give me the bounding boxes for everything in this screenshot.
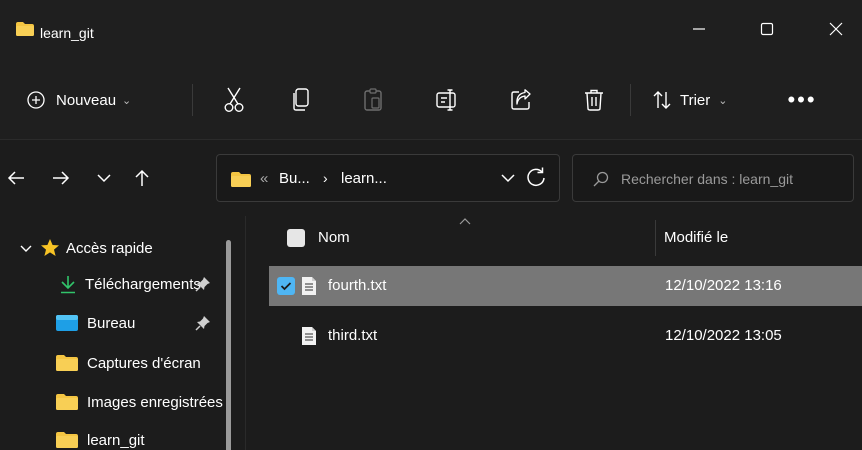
file-name: fourth.txt	[328, 277, 387, 294]
search-placeholder: Rechercher dans : learn_git	[621, 171, 793, 187]
command-bar: Nouveau ⌄ Trier ⌄ •••	[0, 58, 862, 140]
sort-arrows-icon	[653, 91, 671, 109]
desktop-folder-icon	[56, 315, 78, 331]
text-file-icon	[302, 327, 316, 345]
folder-icon	[16, 22, 34, 36]
address-bar[interactable]: « Bu... › learn...	[216, 154, 560, 202]
file-modified-date: 12/10/2022 13:05	[665, 327, 782, 344]
folder-icon	[56, 432, 78, 448]
sort-button[interactable]: Trier ⌄	[652, 82, 728, 118]
folder-icon	[56, 355, 78, 371]
maximize-icon	[760, 22, 774, 36]
sidebar-item-label: Images enregistrées	[87, 393, 223, 411]
breadcrumb-segment[interactable]: learn...	[341, 170, 387, 187]
search-icon	[593, 171, 609, 187]
chevron-down-icon[interactable]	[501, 169, 515, 187]
minimize-icon	[693, 28, 705, 30]
copy-icon	[293, 88, 309, 111]
scissors-icon	[224, 87, 244, 113]
sidebar-item-label: Bureau	[87, 314, 136, 332]
more-options-button[interactable]: •••	[782, 82, 822, 118]
share-button[interactable]	[506, 82, 536, 118]
pin-icon	[195, 316, 210, 331]
select-all-checkbox[interactable]	[287, 229, 305, 247]
folder-icon	[56, 394, 78, 410]
copy-button[interactable]	[286, 82, 316, 118]
file-row[interactable]: third.txt 12/10/2022 13:05	[269, 316, 862, 356]
close-button[interactable]	[813, 12, 859, 46]
recent-locations-button[interactable]	[88, 162, 120, 194]
refresh-icon[interactable]	[525, 166, 547, 188]
breadcrumb-separator[interactable]: ›	[323, 170, 328, 186]
cut-button[interactable]	[219, 82, 249, 118]
forward-button[interactable]	[45, 162, 77, 194]
pin-icon	[195, 277, 210, 292]
arrow-up-icon	[135, 169, 149, 186]
navigation-row: « Bu... › learn... Rechercher dans : lea…	[0, 140, 862, 216]
arrow-right-icon	[53, 171, 70, 185]
download-icon	[61, 276, 75, 294]
new-button[interactable]: Nouveau ⌄	[26, 82, 131, 118]
navigation-pane: Accès rapide Téléchargements Bureau Capt…	[0, 216, 246, 450]
column-divider[interactable]	[655, 220, 656, 256]
rename-icon	[436, 89, 456, 111]
sort-button-label: Trier	[680, 91, 711, 109]
divider	[630, 84, 631, 116]
back-button[interactable]	[0, 162, 32, 194]
search-input[interactable]: Rechercher dans : learn_git	[572, 154, 854, 202]
sidebar-item-saved-pictures[interactable]: Images enregistrées	[0, 384, 226, 420]
sidebar-item-downloads[interactable]: Téléchargements	[0, 266, 226, 302]
sidebar-item-learn-git[interactable]: learn_git	[0, 422, 226, 450]
sidebar-item-desktop[interactable]: Bureau	[0, 305, 226, 341]
sidebar-item-label: Captures d'écran	[87, 354, 201, 372]
sidebar-item-quick-access[interactable]: Accès rapide	[0, 230, 226, 266]
chevron-down-icon	[20, 245, 32, 252]
star-icon	[41, 239, 59, 256]
trash-icon	[585, 89, 603, 111]
column-header-modified[interactable]: Modifié le	[664, 229, 728, 246]
arrow-left-icon	[7, 171, 24, 185]
file-modified-date: 12/10/2022 13:16	[665, 277, 782, 294]
column-header-name[interactable]: Nom	[318, 229, 350, 246]
file-list: Nom Modifié le fourth.txt 12/10/2022 13:…	[247, 216, 862, 450]
text-file-icon	[302, 277, 316, 295]
column-header-row: Nom Modifié le	[247, 216, 862, 260]
chevron-down-icon: ⌄	[122, 94, 132, 107]
plus-circle-icon	[27, 91, 45, 109]
file-row[interactable]: fourth.txt 12/10/2022 13:16	[269, 266, 862, 306]
paste-icon	[364, 88, 382, 111]
chevron-down-icon	[97, 174, 111, 183]
checkmark-icon	[280, 282, 292, 291]
paste-button[interactable]	[358, 82, 388, 118]
window-title: learn_git	[40, 25, 94, 41]
share-icon	[511, 89, 531, 110]
file-name: third.txt	[328, 327, 378, 344]
rename-button[interactable]	[433, 82, 463, 118]
delete-button[interactable]	[579, 82, 609, 118]
title-bar: learn_git	[0, 0, 862, 58]
close-icon	[829, 22, 843, 36]
sidebar-item-screenshots[interactable]: Captures d'écran	[0, 345, 226, 381]
folder-icon	[231, 172, 251, 187]
new-button-label: Nouveau	[56, 91, 117, 109]
divider	[192, 84, 193, 116]
maximize-button[interactable]	[744, 12, 790, 46]
up-button[interactable]	[126, 162, 158, 194]
sidebar-scrollbar[interactable]	[226, 240, 231, 450]
minimize-button[interactable]	[676, 12, 722, 46]
row-checkbox[interactable]	[277, 277, 295, 295]
breadcrumb-segment[interactable]: Bu...	[279, 170, 310, 187]
sidebar-item-label: Accès rapide	[66, 239, 153, 257]
breadcrumb-overflow[interactable]: «	[260, 170, 268, 187]
sidebar-item-label: Téléchargements	[85, 275, 201, 293]
chevron-down-icon: ⌄	[718, 94, 728, 107]
sort-ascending-icon	[459, 218, 471, 225]
sidebar-item-label: learn_git	[87, 431, 145, 449]
